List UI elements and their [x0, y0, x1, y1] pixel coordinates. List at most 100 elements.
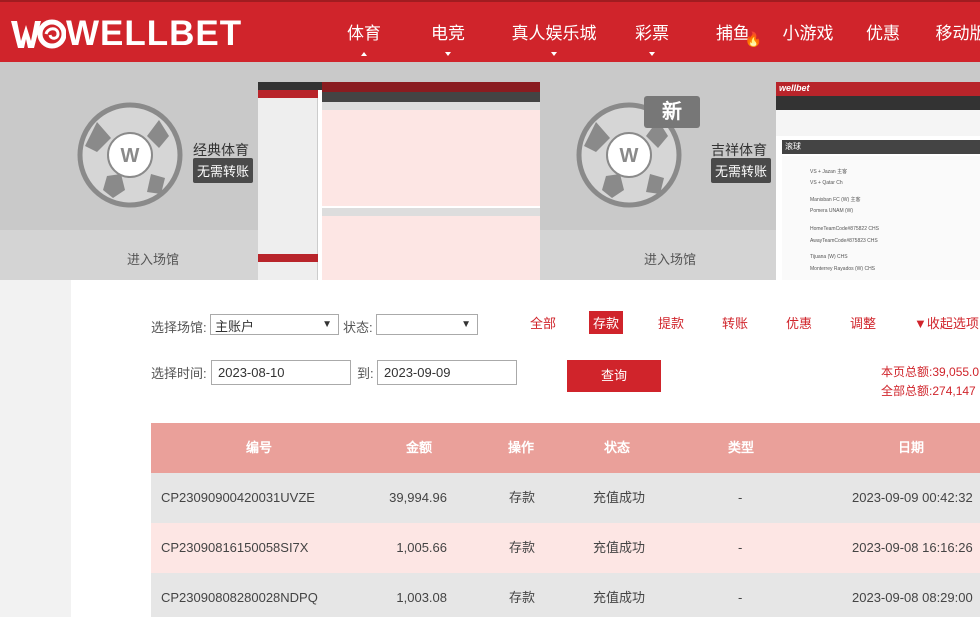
filter-adjust[interactable]: 调整: [850, 313, 876, 332]
cell-status: 充值成功: [593, 590, 646, 605]
collapse-options-toggle[interactable]: ▼收起选项: [914, 313, 979, 332]
new-badge: 新: [644, 96, 700, 128]
preview-section: 滚球: [785, 142, 801, 151]
wellbet-logo-mark-icon: [8, 17, 67, 51]
all-total: 全部总额:274,147: [881, 382, 976, 399]
nav-label: 真人娱乐城: [511, 24, 597, 43]
sports-venue-banner: W 经典体育 无需转账 进入场馆 W 新 吉祥体育 无需转账 进入场馆 well…: [0, 62, 980, 280]
cell-id: CP23090900420031UVZE: [161, 490, 315, 505]
time-label: 选择时间:: [151, 366, 207, 381]
nav-item-lottery[interactable]: 彩票: [618, 2, 686, 64]
fire-icon: 🔥: [744, 31, 762, 47]
no-transfer-badge: 无需转账: [711, 158, 772, 183]
filter-promotion[interactable]: 优惠: [786, 313, 812, 332]
venue-name-classic: 经典体育: [193, 142, 249, 158]
nav-item-live-casino[interactable]: 真人娱乐城: [490, 2, 618, 64]
col-header-date: 日期: [897, 440, 924, 455]
cell-date: 2023-09-08 16:16:26: [852, 540, 973, 555]
preview-team-row: VS + Qatar Ch: [810, 180, 843, 186]
nav-item-sports[interactable]: 体育: [330, 2, 398, 64]
filter-all[interactable]: 全部: [530, 313, 556, 332]
all-total-label: 全部总额:: [881, 384, 933, 398]
cell-amount: 1,005.66: [396, 540, 447, 555]
main-nav: 体育 电竞 真人娱乐城 彩票 捕鱼 🔥 小游戏 优惠 移动版: [330, 2, 980, 64]
venue-select[interactable]: 主账户 ▼: [210, 314, 339, 335]
status-select-label: 状态:: [343, 320, 373, 335]
nav-item-mini-games[interactable]: 小游戏: [772, 2, 844, 64]
caret-up-icon: [361, 52, 367, 56]
nav-item-fishing[interactable]: 捕鱼 🔥: [694, 2, 772, 64]
cell-type: -: [738, 490, 743, 505]
left-gutter: [0, 280, 71, 617]
date-from-input[interactable]: 2023-08-10: [211, 360, 351, 385]
cell-date: 2023-09-08 08:29:00: [852, 590, 973, 605]
venue-select-label: 选择场馆:: [151, 320, 207, 335]
table-row: CP23090900420031UVZE 39,994.96 存款 充值成功 -…: [151, 473, 980, 523]
cell-action: 存款: [509, 590, 536, 605]
page-total: 本页总额:39,055.0: [881, 363, 979, 380]
lucky-sports-preview[interactable]: wellbet 滚球 VS + Jazan 主客 VS + Qatar Ch M…: [776, 82, 980, 280]
col-header-id: 编号: [245, 440, 272, 455]
cell-amount: 39,994.96: [389, 490, 447, 505]
cell-action: 存款: [509, 540, 536, 555]
nav-label: 捕鱼 🔥: [716, 24, 762, 46]
col-header-type: 类型: [727, 440, 754, 455]
cell-date: 2023-09-09 00:42:32: [852, 490, 973, 505]
cell-amount: 1,003.08: [396, 590, 447, 605]
preview-team-row: Tijuana (W) CHS: [810, 254, 848, 260]
caret-down-icon: [445, 52, 451, 56]
cell-type: -: [738, 590, 743, 605]
nav-item-esports[interactable]: 电竞: [406, 2, 490, 64]
preview-team-row: VS + Jazan 主客: [810, 169, 848, 175]
cell-action: 存款: [509, 490, 536, 505]
page-total-label: 本页总额:: [881, 365, 933, 379]
nav-label: 彩票: [635, 24, 669, 43]
table-row: CP23090808280028NDPQ 1,003.08 存款 充值成功 - …: [151, 573, 980, 617]
dropdown-arrow-icon: ▼: [322, 319, 332, 330]
cell-status: 充值成功: [593, 540, 646, 555]
cell-id: CP23090816150058SI7X: [161, 540, 309, 555]
classic-sports-preview[interactable]: [258, 82, 540, 280]
preview-team-row: HomeTeamCode#875822 CHS: [810, 226, 879, 232]
enter-venue-link[interactable]: 进入场馆: [127, 249, 179, 268]
nav-label: 体育: [347, 24, 381, 43]
nav-label: 电竞: [431, 24, 465, 43]
nav-label: 优惠: [866, 24, 900, 43]
preview-team-row: AwayTeamCode#875823 CHS: [810, 238, 878, 244]
col-header-status: 状态: [603, 440, 630, 455]
logo-text: WELLBET: [66, 14, 243, 53]
venue-select-value: 主账户: [215, 319, 255, 334]
cell-status: 充值成功: [593, 490, 646, 505]
nav-label: 移动版: [935, 24, 980, 43]
venue-name-lucky: 吉祥体育: [711, 142, 767, 158]
preview-team-row: Pomera UNAM (W): [810, 208, 854, 214]
page-total-value: 39,055.0: [932, 365, 980, 379]
table-row: CP23090816150058SI7X 1,005.66 存款 充值成功 - …: [151, 523, 980, 573]
nav-item-promotions[interactable]: 优惠: [844, 2, 922, 64]
cell-id: CP23090808280028NDPQ: [161, 590, 318, 605]
col-header-action: 操作: [507, 440, 534, 455]
svg-text:W: W: [620, 145, 639, 167]
filter-deposit[interactable]: 存款: [589, 311, 624, 334]
filter-withdraw[interactable]: 提款: [658, 313, 684, 332]
svg-text:W: W: [121, 145, 140, 167]
date-to-input[interactable]: 2023-09-09: [377, 360, 517, 385]
query-button[interactable]: 查询: [567, 360, 661, 392]
caret-down-icon: [649, 52, 655, 56]
to-label: 到:: [357, 366, 374, 381]
filter-transfer[interactable]: 转账: [722, 313, 748, 332]
cell-type: -: [738, 540, 743, 555]
preview-brand: wellbet: [779, 83, 810, 93]
preview-team-row: Manisban FC (W) 主客: [810, 197, 861, 203]
table-header: 编号 金额 操作 状态 类型 日期: [151, 423, 980, 473]
col-header-amount: 金额: [405, 440, 432, 455]
nav-item-mobile[interactable]: 移动版: [922, 2, 980, 64]
dropdown-arrow-icon: ▼: [461, 319, 471, 330]
wellbet-logo[interactable]: WELLBET: [8, 16, 242, 52]
caret-down-icon: [551, 52, 557, 56]
top-header: WELLBET 体育 电竞 真人娱乐城 彩票 捕鱼 🔥 小游戏 优惠 移动版: [0, 0, 980, 62]
no-transfer-badge: 无需转账: [193, 158, 254, 183]
enter-venue-link[interactable]: 进入场馆: [644, 249, 696, 268]
status-select[interactable]: ▼: [376, 314, 478, 335]
preview-team-row: Monterrey Rayados (W) CHS: [810, 266, 876, 272]
